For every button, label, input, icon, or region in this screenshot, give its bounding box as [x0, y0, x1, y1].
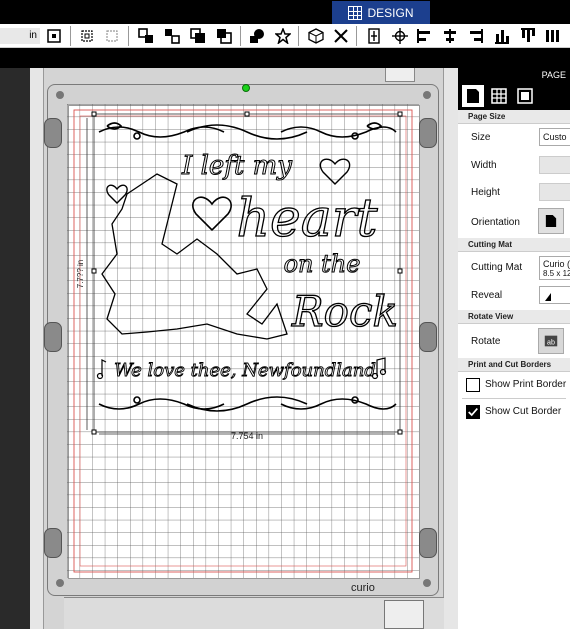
resize-handle [397, 268, 403, 274]
distribute-top-icon[interactable] [520, 28, 536, 44]
fill-shape-icon[interactable] [249, 28, 265, 44]
resize-handle [244, 111, 250, 117]
mat-clip [44, 322, 62, 352]
tab-design-label: DESIGN [367, 5, 414, 20]
rotate-row: Rotate ab [458, 324, 570, 358]
canvas-left-rail [30, 68, 44, 629]
toolbar: in [0, 24, 570, 48]
width-label: Width [471, 160, 497, 171]
height-label: Height [471, 187, 500, 198]
design-line-4: Rock [291, 287, 398, 336]
grid-tab-icon[interactable] [488, 85, 510, 107]
show-cut-border-row[interactable]: Show Cut Border [458, 399, 570, 425]
design-canvas[interactable]: I left my heart on the Rock We love thee… [67, 104, 419, 578]
height-field[interactable] [539, 183, 570, 201]
ruler-strip [0, 48, 570, 68]
crop-icon[interactable] [79, 28, 95, 44]
title-bar: DESIGN [0, 0, 570, 24]
size-row: Size Custo [458, 124, 570, 152]
resize-handle [91, 429, 97, 435]
rotate-icon: ab [544, 335, 558, 347]
orientation-label: Orientation [471, 217, 520, 228]
mat-hole [423, 91, 431, 99]
3d-box-icon[interactable] [308, 28, 324, 44]
canvas-right-rail [443, 68, 458, 629]
cutting-mat-row: Cutting Mat Curio ( 8.5 x 12 [458, 252, 570, 282]
unit-field[interactable]: in [0, 28, 40, 44]
star-shape-icon[interactable] [275, 28, 291, 44]
rotate-label: Rotate [471, 336, 501, 347]
crosshair-icon[interactable] [392, 28, 408, 44]
design-line-3: on the [284, 250, 361, 278]
cutting-mat-select[interactable]: Curio ( 8.5 x 12 [539, 256, 570, 280]
mat-hole [423, 579, 431, 587]
mat-hole [56, 579, 64, 587]
show-cut-border-label: Show Cut Border [485, 406, 562, 417]
mat-clip [44, 118, 62, 148]
show-print-border-label: Show Print Border [485, 379, 567, 390]
origin-indicator [242, 84, 250, 92]
section-cutting-mat: Cutting Mat [458, 238, 570, 252]
size-label: Size [471, 132, 491, 143]
scroll-cap-bottom[interactable] [384, 600, 424, 629]
mat-clip [419, 322, 437, 352]
size-select[interactable]: Custo [539, 128, 570, 146]
mat-clip [419, 528, 437, 558]
cutting-mat-label: Cutting Mat [471, 262, 523, 273]
resize-handle [397, 429, 403, 435]
height-row: Height [458, 179, 570, 206]
distribute-vertical-icon[interactable] [545, 28, 561, 44]
height-dim-label: 7.7?? in [76, 260, 85, 288]
show-cut-border-checkbox[interactable] [466, 405, 480, 419]
width-row: Width [458, 152, 570, 179]
section-print-cut-borders: Print and Cut Borders [458, 358, 570, 372]
reveal-slider[interactable] [539, 286, 570, 304]
align-left-icon[interactable] [416, 28, 432, 44]
resize-handle [91, 111, 97, 117]
reveal-label: Reveal [471, 290, 503, 301]
panel-tabs [458, 82, 570, 110]
mat-hole [56, 91, 64, 99]
arrange-back-icon[interactable] [216, 28, 232, 44]
ungroup-icon[interactable] [164, 28, 180, 44]
mat-tab-icon[interactable] [514, 85, 536, 107]
cutting-mat-value: Curio ( [543, 259, 570, 269]
section-page-size: Page Size [458, 110, 570, 124]
distribute-icon[interactable] [494, 28, 510, 44]
mat-brand-label: curio [351, 582, 375, 594]
tab-design[interactable]: DESIGN [332, 1, 430, 24]
arrange-front-icon[interactable] [190, 28, 206, 44]
crop-inverse-icon[interactable] [104, 28, 120, 44]
panel-title: PAGE [458, 68, 570, 82]
resize-handle [91, 268, 97, 274]
show-print-border-row[interactable]: Show Print Border [458, 372, 570, 398]
align-center-icon[interactable] [442, 28, 458, 44]
mat-clip [419, 118, 437, 148]
grid-icon [348, 5, 363, 20]
width-dim-label: 7.754 in [231, 431, 263, 441]
align-icon[interactable] [366, 28, 382, 44]
group-icon[interactable] [138, 28, 154, 44]
page-settings-panel: PAGE Page Size Size Custo Width Height O… [458, 68, 570, 629]
design-line-1: I left my [181, 151, 292, 181]
orientation-row: Orientation [458, 206, 570, 238]
reveal-row: Reveal [458, 282, 570, 310]
design-line-2: heart [236, 189, 377, 249]
resize-handle [397, 111, 403, 117]
show-print-border-checkbox[interactable] [466, 378, 480, 392]
design-line-5: We love thee, Newfoundland [114, 360, 376, 381]
cutting-mat-size: 8.5 x 12 [543, 269, 570, 278]
close-icon[interactable] [333, 28, 349, 44]
mat-clip [44, 528, 62, 558]
page-setup-tab-icon[interactable] [462, 85, 484, 107]
align-right-icon[interactable] [468, 28, 484, 44]
svg-text:ab: ab [547, 339, 555, 347]
scroll-cap-top[interactable] [385, 68, 415, 82]
page-setup-icon[interactable] [46, 28, 62, 44]
orientation-portrait-button[interactable] [538, 208, 564, 234]
rotate-view-button[interactable]: ab [538, 328, 564, 354]
left-dark-panel [0, 68, 30, 629]
section-rotate-view: Rotate View [458, 310, 570, 324]
width-field[interactable] [539, 156, 570, 174]
